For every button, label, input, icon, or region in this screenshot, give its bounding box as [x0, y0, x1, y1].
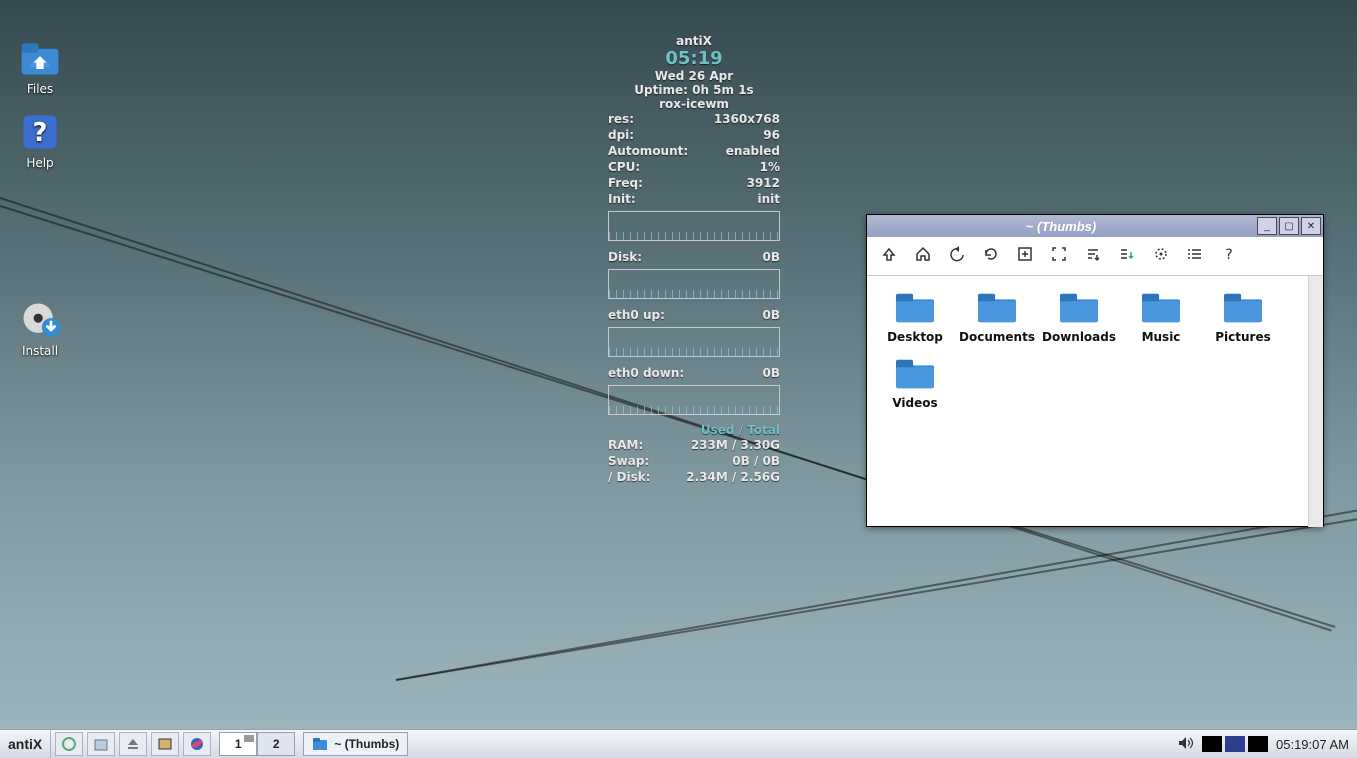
conky-value: 0B: [763, 249, 781, 265]
folder-music[interactable]: Music: [1123, 288, 1199, 344]
conky-wm: rox-icewm: [608, 97, 780, 111]
conky-graph-ethdown: [608, 385, 780, 415]
conky-time: 05:19: [608, 48, 780, 69]
desktop: Files ? Help Install antiX 05:19 Wed 26 …: [0, 0, 1357, 758]
volume-icon[interactable]: [1177, 735, 1195, 754]
desktop-icon-label: Files: [27, 82, 53, 96]
workspace-1[interactable]: 1: [219, 732, 257, 756]
folder-label: Downloads: [1041, 330, 1117, 344]
select-icon[interactable]: [1153, 246, 1169, 266]
conky-uptime: Uptime: 0h 5m 1s: [608, 83, 780, 97]
back-icon[interactable]: [949, 246, 965, 266]
taskbar-task-button[interactable]: ~ (Thumbs): [303, 732, 408, 756]
conky-distro: antiX: [608, 34, 780, 48]
conky-label: Swap:: [608, 453, 649, 469]
folder-label: Videos: [877, 396, 953, 410]
quicklaunch-web-icon[interactable]: [183, 732, 211, 756]
net-monitor[interactable]: [1248, 736, 1268, 752]
conky-label: dpi:: [608, 127, 634, 143]
conky-mem-header: Used / Total: [608, 423, 780, 437]
svg-text:?: ?: [1225, 247, 1232, 262]
refresh-icon[interactable]: [983, 246, 999, 266]
conky-date: Wed 26 Apr: [608, 69, 780, 83]
folder-downloads[interactable]: Downloads: [1041, 288, 1117, 344]
taskbar-clock[interactable]: 05:19:07 AM: [1268, 737, 1357, 752]
conky-panel: antiX 05:19 Wed 26 Apr Uptime: 0h 5m 1s …: [608, 34, 780, 485]
conky-value: 0B: [763, 365, 781, 381]
conky-graph-disk: [608, 269, 780, 299]
up-icon[interactable]: [881, 246, 897, 266]
folder-label: Music: [1123, 330, 1199, 344]
workspace-switcher: 1 2: [219, 732, 295, 756]
conky-label: Init:: [608, 191, 636, 207]
conky-value: 0B / 0B: [732, 453, 780, 469]
zoom-fit-icon[interactable]: [1051, 246, 1067, 266]
tray: 05:19:07 AM: [1177, 730, 1357, 758]
conky-graph-cpu: [608, 211, 780, 241]
folder-documents[interactable]: Documents: [959, 288, 1035, 344]
folder-desktop[interactable]: Desktop: [877, 288, 953, 344]
workspace-miniwin: [244, 735, 254, 742]
conky-label: res:: [608, 111, 634, 127]
conky-label: Freq:: [608, 175, 643, 191]
conky-label: / Disk:: [608, 469, 651, 485]
window-close-button[interactable]: ✕: [1301, 217, 1321, 235]
conky-value: 96: [763, 127, 780, 143]
quicklaunch-browser-icon[interactable]: [55, 732, 83, 756]
workspace-2[interactable]: 2: [257, 732, 295, 756]
conky-value: 3912: [747, 175, 780, 191]
file-manager-window[interactable]: ~ (Thumbs) _ ▢ ✕ ? Desktop Documents Downl…: [866, 214, 1324, 527]
folder-label: Documents: [959, 330, 1035, 344]
conky-label: Automount:: [608, 143, 688, 159]
help-icon[interactable]: ?: [1221, 246, 1237, 266]
bg-wire: [396, 514, 1357, 681]
mem-monitor[interactable]: [1225, 736, 1245, 752]
conky-label: RAM:: [608, 437, 643, 453]
conky-value: 1360x768: [714, 111, 780, 127]
window-minimize-button[interactable]: _: [1257, 217, 1277, 235]
hidden-icon[interactable]: [1119, 246, 1135, 266]
conky-value: 233M / 3.30G: [691, 437, 780, 453]
quicklaunch-files-icon[interactable]: [87, 732, 115, 756]
desktop-icon-label: Install: [22, 344, 58, 358]
conky-value: init: [757, 191, 780, 207]
zoom-in-icon[interactable]: [1017, 246, 1033, 266]
taskbar: antiX 1 2 ~ (Thumbs) 05:19:07 AM: [0, 729, 1357, 758]
conky-value: 2.34M / 2.56G: [686, 469, 780, 485]
details-icon[interactable]: [1187, 246, 1203, 266]
folder-label: Desktop: [877, 330, 953, 344]
toolbar: ?: [867, 237, 1323, 276]
conky-label: eth0 up:: [608, 307, 665, 323]
sort-icon[interactable]: [1085, 246, 1101, 266]
desktop-icon-help[interactable]: ? Help: [10, 112, 70, 170]
folder-label: Pictures: [1205, 330, 1281, 344]
folder-pictures[interactable]: Pictures: [1205, 288, 1281, 344]
window-titlebar[interactable]: ~ (Thumbs) _ ▢ ✕: [867, 215, 1323, 237]
home-icon[interactable]: [915, 246, 931, 266]
cpu-monitor[interactable]: [1202, 736, 1222, 752]
desktop-icon-label: Help: [26, 156, 53, 170]
conky-label: CPU:: [608, 159, 640, 175]
scrollbar[interactable]: [1308, 276, 1323, 527]
conky-value: 1%: [760, 159, 780, 175]
conky-label: eth0 down:: [608, 365, 684, 381]
window-title: ~ (Thumbs): [867, 219, 1255, 234]
conky-graph-ethup: [608, 327, 780, 357]
taskbar-task-label: ~ (Thumbs): [334, 737, 399, 751]
desktop-icon-files[interactable]: Files: [10, 38, 70, 96]
conky-value: enabled: [726, 143, 780, 159]
quicklaunch-eject-icon[interactable]: [119, 732, 147, 756]
svg-text:?: ?: [33, 118, 48, 148]
start-menu-button[interactable]: antiX: [0, 730, 51, 758]
conky-label: Disk:: [608, 249, 642, 265]
window-maximize-button[interactable]: ▢: [1279, 217, 1299, 235]
folder-videos[interactable]: Videos: [877, 354, 953, 410]
conky-value: 0B: [763, 307, 781, 323]
desktop-icon-install[interactable]: Install: [10, 300, 70, 358]
quicklaunch-term-icon[interactable]: [151, 732, 179, 756]
file-area[interactable]: Desktop Documents Downloads Music Pictures Vi…: [867, 276, 1323, 527]
